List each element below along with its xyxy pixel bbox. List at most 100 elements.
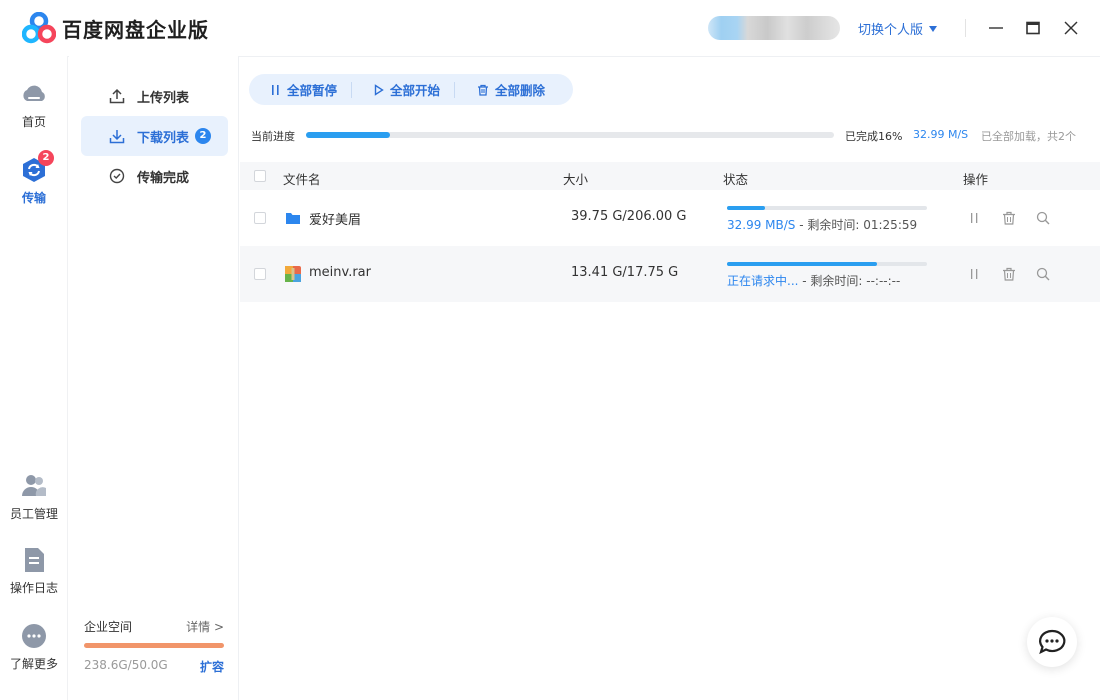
delete-all-button[interactable]: 全部删除 (455, 74, 559, 105)
trash-icon (1003, 211, 1015, 225)
overall-progress-label: 当前进度 (251, 130, 295, 143)
nav-transfer-complete[interactable]: 传输完成 (81, 156, 228, 196)
nav-download-label: 下载列表 (137, 130, 190, 146)
row-progress-fill (727, 262, 877, 266)
close-button[interactable] (1059, 16, 1083, 40)
switch-personal-button[interactable]: 切换个人版 (858, 19, 938, 38)
col-actions: 操作 (963, 172, 989, 187)
minimize-button[interactable] (984, 16, 1008, 40)
row-delete-button[interactable] (999, 209, 1019, 227)
user-account-blurred[interactable] (708, 16, 840, 40)
row-pause-button[interactable] (965, 209, 985, 227)
maximize-icon (1026, 21, 1040, 35)
upload-icon (109, 88, 125, 104)
overall-progress: 当前进度 已完成16% 32.99 M/S 已全部加载，共2个 (251, 128, 1091, 144)
batch-toolbar: 全部暂停 全部开始 全部删除 (249, 74, 573, 105)
search-icon (1036, 211, 1050, 225)
nav-upload-label: 上传列表 (137, 90, 190, 106)
staff-icon (20, 472, 48, 500)
storage-expand-button[interactable]: 扩容 (200, 658, 224, 675)
file-name[interactable]: 爱好美眉 (309, 209, 361, 228)
check-circle-icon (109, 168, 125, 184)
pause-all-label: 全部暂停 (287, 83, 338, 98)
minimize-icon (989, 27, 1003, 29)
customer-service-button[interactable] (1027, 617, 1077, 667)
rail-label-more: 了解更多 (9, 657, 58, 671)
maximize-button[interactable] (1021, 16, 1045, 40)
pause-icon (272, 84, 279, 95)
overall-done-text: 已完成16% (845, 130, 903, 143)
rail-label-home: 首页 (21, 115, 46, 129)
pause-all-button[interactable]: 全部暂停 (249, 74, 351, 105)
storage-title: 企业空间 (84, 620, 133, 634)
overall-speed-text: 32.99 M/S (913, 128, 969, 141)
search-icon (1036, 267, 1050, 281)
download-icon (109, 130, 125, 144)
row-pause-button[interactable] (965, 265, 985, 283)
file-size: 39.75 G/206.00 G (571, 209, 687, 224)
pause-icon (971, 269, 978, 279)
row-locate-button[interactable] (1033, 209, 1053, 227)
trash-icon (478, 84, 489, 96)
col-name: 文件名 (283, 172, 321, 187)
caret-down-icon (929, 26, 938, 32)
overall-loaded-text: 已全部加载，共2个 (981, 130, 1076, 143)
rail-label-log: 操作日志 (9, 581, 58, 595)
switch-personal-label: 切换个人版 (858, 23, 924, 38)
select-all-checkbox[interactable] (254, 170, 266, 182)
rail-label-transfer: 传输 (21, 191, 46, 205)
row-progress-bar (727, 206, 927, 210)
file-size: 13.41 G/17.75 G (571, 265, 679, 280)
app-title: 百度网盘企业版 (62, 18, 209, 42)
table-row[interactable]: 爱好美眉 39.75 G/206.00 G 32.99 MB/S - 剩余时间:… (240, 190, 1100, 246)
nav-download-list[interactable]: 下载列表 2 (81, 116, 228, 156)
download-list-panel: 全部暂停 全部开始 全部删除 当前进度 已完成16% 32.99 M/S 已全部… (240, 56, 1100, 700)
close-icon (1064, 21, 1078, 35)
storage-usage-bar (84, 643, 224, 648)
storage-detail-link[interactable]: 详情 > (186, 618, 224, 635)
rail-item-transfer[interactable]: 2 传输 (0, 150, 68, 206)
divider (965, 19, 966, 37)
transfer-badge: 2 (38, 150, 54, 166)
start-all-label: 全部开始 (390, 83, 441, 98)
rail-item-home[interactable]: 首页 (0, 80, 68, 130)
play-icon (374, 83, 384, 96)
rail-item-log[interactable]: 操作日志 (0, 546, 68, 596)
archive-icon (285, 266, 301, 282)
row-checkbox[interactable] (254, 268, 266, 280)
transfer-sidebar: 上传列表 下载列表 2 传输完成 企业空间 详情 > 238.6G/50.0G … (69, 56, 239, 700)
row-status-remaining: - 剩余时间: --:--:-- (798, 274, 901, 288)
row-actions (965, 209, 1053, 227)
transfer-icon: 2 (20, 150, 54, 184)
row-locate-button[interactable] (1033, 265, 1053, 283)
delete-all-label: 全部删除 (495, 83, 546, 98)
folder-icon (286, 213, 300, 224)
cloud-icon (20, 80, 48, 108)
title-bar: 百度网盘企业版 切换个人版 (0, 0, 1100, 56)
download-count-badge: 2 (195, 128, 212, 144)
row-status-speed: 32.99 MB/S (727, 218, 796, 232)
overall-progress-fill (306, 132, 391, 138)
app-logo-icon (22, 12, 56, 44)
row-actions (965, 265, 1053, 283)
start-all-button[interactable]: 全部开始 (352, 74, 454, 105)
overall-progress-bar (306, 132, 834, 138)
nav-upload-list[interactable]: 上传列表 (81, 76, 228, 116)
more-icon (20, 622, 48, 650)
pause-icon (971, 213, 978, 223)
table-header: 文件名 大小 状态 操作 (240, 162, 1100, 190)
row-checkbox[interactable] (254, 212, 266, 224)
table-row[interactable]: meinv.rar 13.41 G/17.75 G 正在请求中... - 剩余时… (240, 246, 1100, 302)
row-progress-bar (727, 262, 927, 266)
row-status: 32.99 MB/S - 剩余时间: 01:25:59 (727, 216, 917, 233)
row-status: 正在请求中... - 剩余时间: --:--:-- (727, 272, 900, 289)
row-progress-fill (727, 206, 765, 210)
rail-label-staff: 员工管理 (9, 507, 58, 521)
trash-icon (1003, 267, 1015, 281)
file-name[interactable]: meinv.rar (309, 265, 371, 280)
row-delete-button[interactable] (999, 265, 1019, 283)
rail-item-staff[interactable]: 员工管理 (0, 472, 68, 522)
log-icon (20, 546, 48, 574)
nav-complete-label: 传输完成 (137, 170, 190, 186)
rail-item-more[interactable]: 了解更多 (0, 622, 68, 672)
